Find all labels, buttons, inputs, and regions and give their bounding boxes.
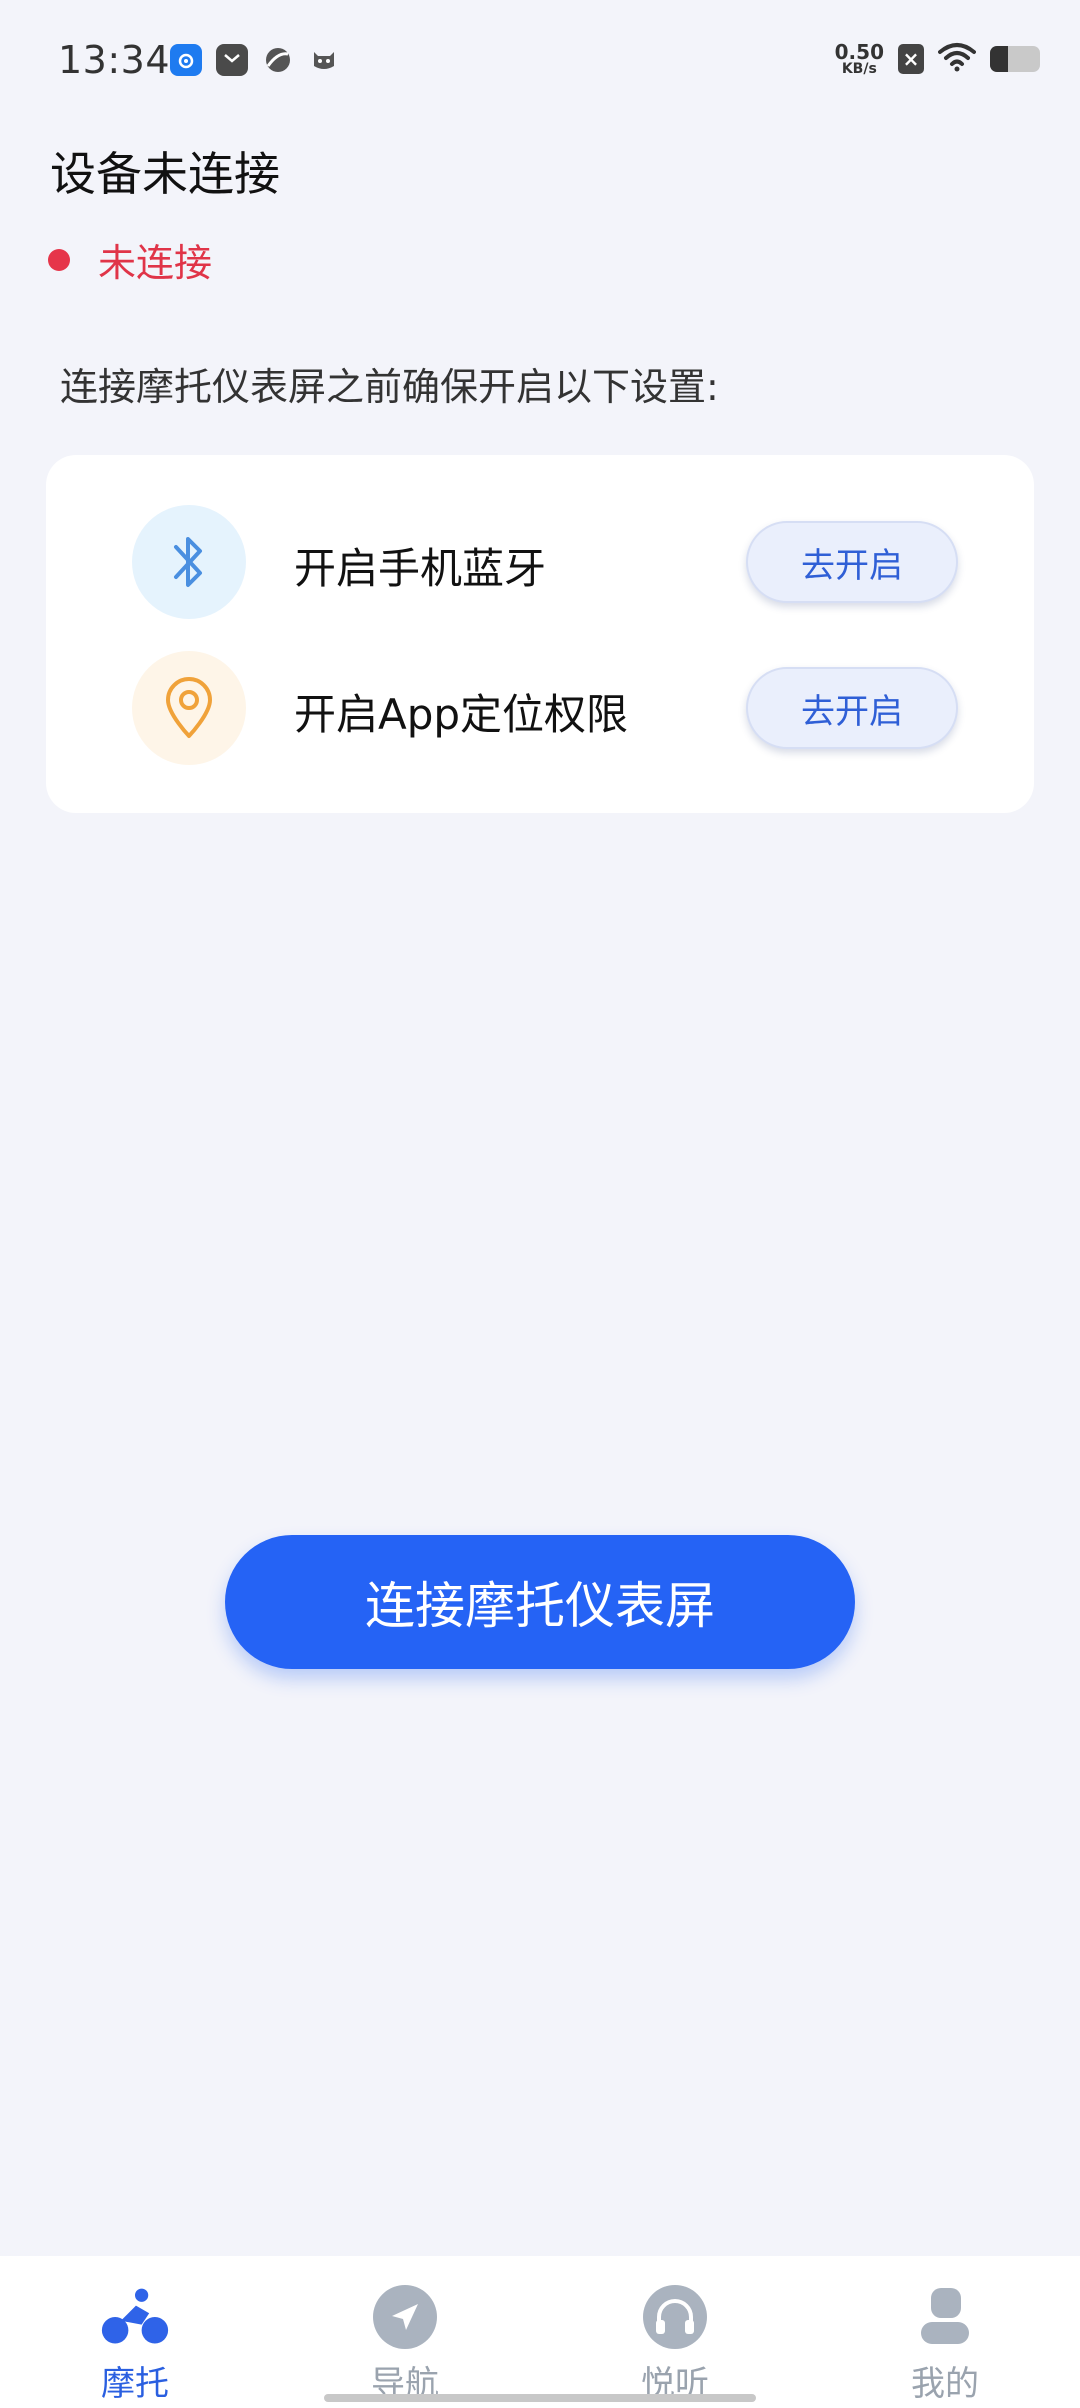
app-notification-icon [170, 44, 202, 76]
enable-bluetooth-button[interactable]: 去开启 [746, 521, 958, 603]
planet-notification-icon [262, 44, 294, 76]
tab-listen[interactable]: 悦听 [540, 2256, 810, 2408]
tab-label-profile: 我的 [911, 2364, 979, 2404]
cat-notification-icon [308, 44, 340, 76]
settings-card: 开启手机蓝牙 去开启 开启App定位权限 去开启 [46, 455, 1034, 813]
setting-row-bluetooth: 开启手机蓝牙 去开启 [46, 505, 1034, 625]
connection-status-text: 未连接 [98, 241, 213, 285]
tab-profile[interactable]: 我的 [810, 2256, 1080, 2408]
no-sim-icon: × [898, 44, 924, 74]
connect-dashboard-button[interactable]: 连接摩托仪表屏 [225, 1535, 855, 1669]
status-right: 0.50 KB/s × [835, 42, 1040, 76]
motorcycle-icon [100, 2282, 170, 2352]
enable-location-button[interactable]: 去开启 [746, 667, 958, 749]
connection-status: 未连接 [48, 232, 212, 287]
mail-notification-icon [216, 44, 248, 76]
status-bar: 13:34 0.50 KB/s × [0, 0, 1080, 128]
page-title: 设备未连接 [50, 147, 280, 201]
setting-label-bluetooth: 开启手机蓝牙 [294, 544, 547, 593]
headphones-icon [640, 2282, 710, 2352]
notification-icons [170, 44, 340, 76]
bottom-nav: 摩托 导航 悦听 我的 [0, 2256, 1080, 2408]
tab-label-motorcycle: 摩托 [101, 2364, 169, 2404]
network-speed-value: 0.50 [834, 40, 884, 64]
status-dot-icon [48, 248, 70, 271]
battery-icon [990, 46, 1040, 72]
setting-label-location: 开启App定位权限 [294, 690, 629, 739]
profile-icon [910, 2282, 980, 2352]
network-speed: 0.50 KB/s [835, 42, 884, 76]
tab-navigation[interactable]: 导航 [270, 2256, 540, 2408]
setting-row-location: 开启App定位权限 去开启 [46, 651, 1034, 771]
navigation-icon [370, 2282, 440, 2352]
home-indicator[interactable] [324, 2394, 756, 2402]
tab-motorcycle[interactable]: 摩托 [0, 2256, 270, 2408]
bluetooth-icon [132, 505, 246, 619]
network-speed-unit: KB/s [841, 61, 877, 77]
wifi-icon [938, 42, 976, 76]
location-pin-icon [132, 651, 246, 765]
page: 13:34 0.50 KB/s × 设备未连接 未连接 连接摩托仪表屏之前确保开… [0, 0, 1080, 2408]
status-time: 13:34 [58, 38, 171, 82]
intro-text: 连接摩托仪表屏之前确保开启以下设置: [60, 365, 719, 409]
